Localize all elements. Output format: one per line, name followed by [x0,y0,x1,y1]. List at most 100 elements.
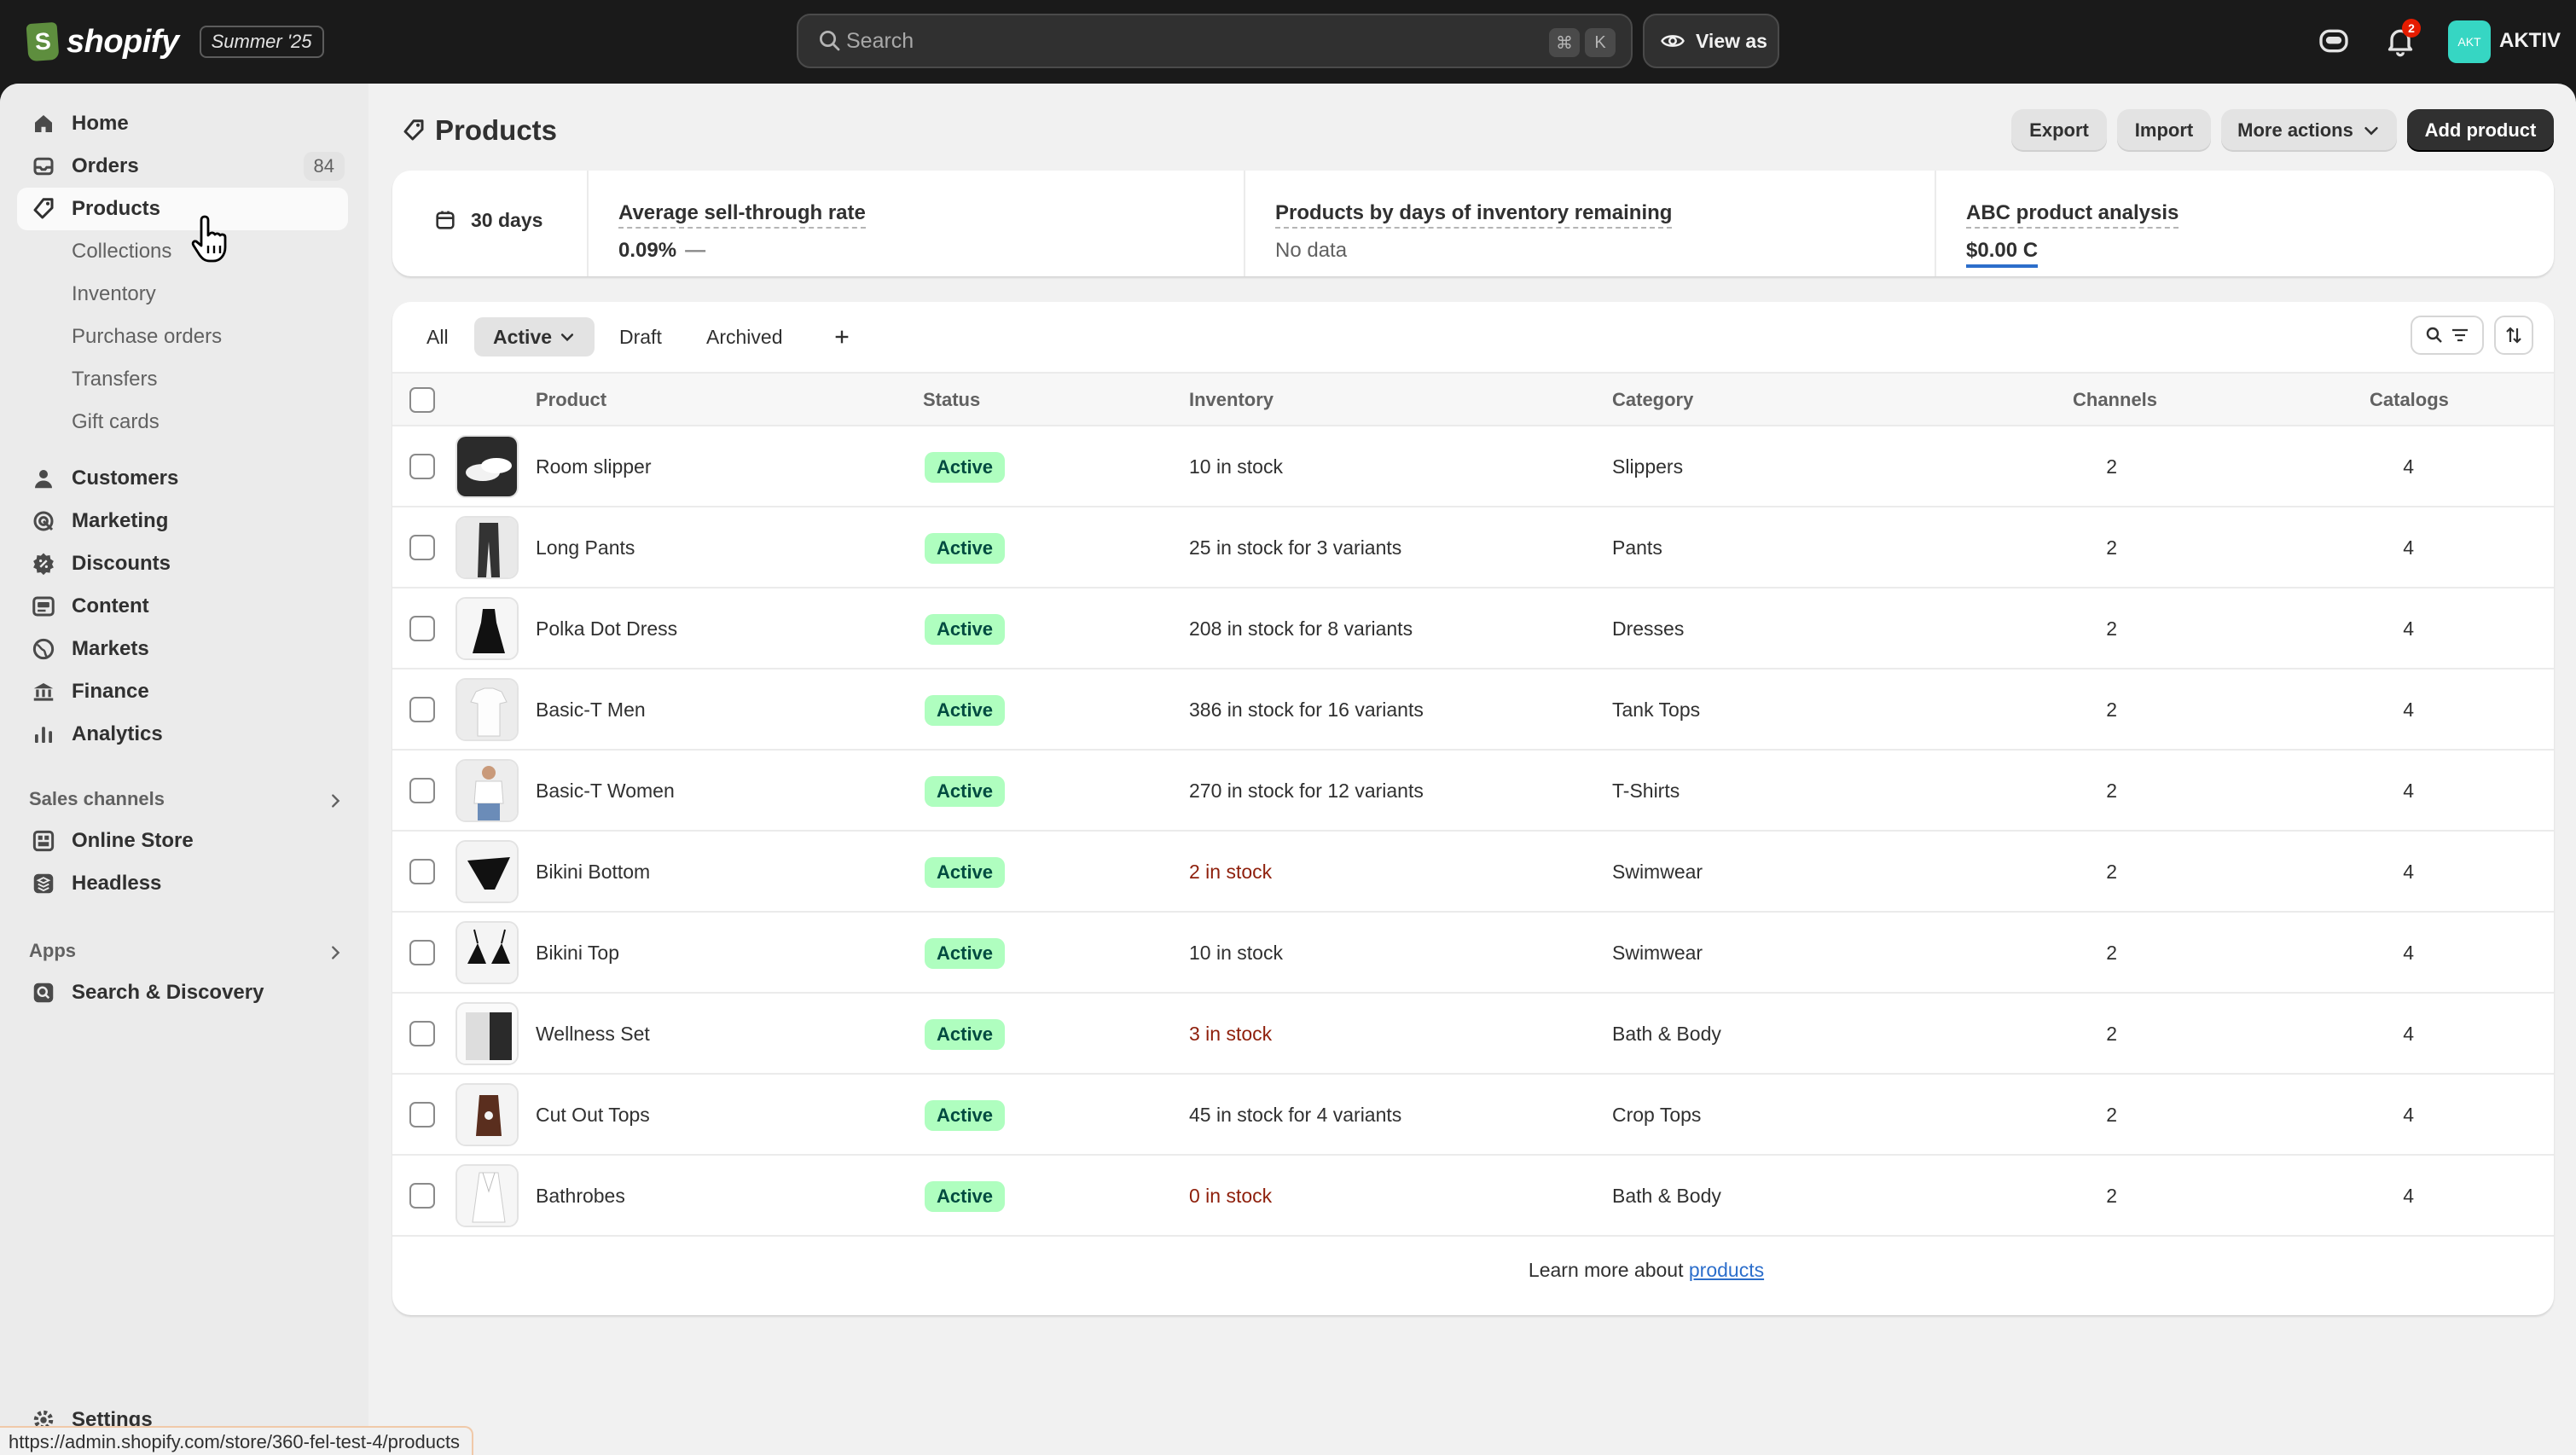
row-checkbox[interactable] [409,1021,435,1046]
product-name[interactable]: Room slipper [536,455,652,478]
sidebar-item-markets[interactable]: Markets [17,628,348,670]
export-button[interactable]: Export [2011,109,2107,152]
sidebar-item-purchase-orders[interactable]: Purchase orders [17,316,348,358]
row-checkbox[interactable] [409,1183,435,1209]
abc-analysis-value[interactable]: $0.00 C [1966,239,2039,268]
search-filter-button[interactable] [2411,316,2484,355]
product-name[interactable]: Bikini Top [536,942,619,965]
view-as-button[interactable]: View as [1643,14,1779,68]
sidebar-item-collections[interactable]: Collections [17,230,348,273]
table-row[interactable]: Basic-T Men Active 386 in stock for 16 v… [392,670,2554,751]
search-bar[interactable]: Search ⌘ K [797,14,1633,68]
content-icon [32,596,55,617]
column-header-inventory[interactable]: Inventory [1189,389,1273,411]
product-thumbnail[interactable] [455,759,519,822]
product-name[interactable]: Basic-T Women [536,780,675,803]
sidebar-item-search-discovery[interactable]: Search & Discovery [17,971,348,1014]
table-row[interactable]: Cut Out Tops Active 45 in stock for 4 va… [392,1075,2554,1156]
tab-active[interactable]: Active [474,317,595,357]
select-all-checkbox[interactable] [409,387,435,413]
table-row[interactable]: Wellness Set Active 3 in stock Bath & Bo… [392,994,2554,1075]
product-name[interactable]: Polka Dot Dress [536,617,677,641]
row-checkbox[interactable] [409,859,435,884]
calendar-icon [436,211,455,229]
add-view-button[interactable] [814,317,870,357]
product-thumbnail[interactable] [455,1083,519,1146]
column-header-catalogs[interactable]: Catalogs [2370,389,2449,411]
product-name[interactable]: Bathrobes [536,1185,625,1208]
row-checkbox[interactable] [409,940,435,965]
row-checkbox[interactable] [409,616,435,641]
abc-analysis-title[interactable]: ABC product analysis [1966,201,2179,229]
product-name[interactable]: Basic-T Men [536,699,646,722]
add-product-button[interactable]: Add product [2407,109,2554,152]
avatar[interactable]: AKT [2448,20,2491,63]
import-button[interactable]: Import [2117,109,2211,152]
tab-archived[interactable]: Archived [688,317,801,357]
sidebar-item-customers[interactable]: Customers [17,457,348,500]
sort-button[interactable] [2494,316,2533,355]
row-checkbox[interactable] [409,697,435,722]
table-row[interactable]: Bikini Top Active 10 in stock Swimwear 2… [392,913,2554,994]
tab-all[interactable]: All [408,317,467,357]
sidebar-item-products[interactable]: Products [17,188,348,230]
table-row[interactable]: Room slipper Active 10 in stock Slippers… [392,426,2554,507]
sidekick-icon[interactable] [2317,24,2351,58]
sidebar-item-finance[interactable]: Finance [17,670,348,713]
table-row[interactable]: Polka Dot Dress Active 208 in stock for … [392,588,2554,670]
top-bar: shopify Summer '25 Search ⌘ K View as 2 … [0,0,2576,84]
shortcut-k-key: K [1585,28,1616,57]
product-thumbnail[interactable] [455,1002,519,1065]
tab-draft[interactable]: Draft [600,317,681,357]
sidebar-item-transfers[interactable]: Transfers [17,358,348,401]
tshirt-men-image [457,680,517,739]
hand-pointer-cursor-icon [191,215,227,263]
product-name[interactable]: Cut Out Tops [536,1104,650,1127]
product-thumbnail[interactable] [455,840,519,903]
chevron-right-icon[interactable] [326,943,345,962]
table-row[interactable]: Bathrobes Active 0 in stock Bath & Body … [392,1156,2554,1237]
column-header-channels[interactable]: Channels [2073,389,2157,411]
sidebar-item-discounts[interactable]: Discounts [17,542,348,585]
edition-badge[interactable]: Summer '25 [199,26,324,58]
store-name[interactable]: AKTIV [2499,29,2561,53]
row-checkbox[interactable] [409,535,435,560]
days-inventory-title[interactable]: Products by days of inventory remaining [1275,201,1673,229]
category-cell: Dresses [1612,617,1685,640]
product-thumbnail[interactable] [455,435,519,498]
sidebar-item-gift-cards[interactable]: Gift cards [17,401,348,443]
product-thumbnail[interactable] [455,921,519,984]
sidebar-item-content[interactable]: Content [17,585,348,628]
column-header-category[interactable]: Category [1612,389,1693,411]
sidebar-item-online-store[interactable]: Online Store [17,820,348,862]
chevron-right-icon[interactable] [326,791,345,810]
sidebar-item-inventory[interactable]: Inventory [17,273,348,316]
product-thumbnail[interactable] [455,678,519,741]
column-header-product[interactable]: Product [536,389,606,411]
sidebar-item-label: Finance [72,680,149,703]
table-row[interactable]: Basic-T Women Active 270 in stock for 12… [392,751,2554,832]
table-row[interactable]: Bikini Bottom Active 2 in stock Swimwear… [392,832,2554,913]
column-header-status[interactable]: Status [923,389,980,411]
product-name[interactable]: Bikini Bottom [536,861,650,884]
sidebar-item-marketing[interactable]: Marketing [17,500,348,542]
more-actions-button[interactable]: More actions [2221,109,2397,152]
table-row[interactable]: Long Pants Active 25 in stock for 3 vari… [392,507,2554,588]
product-thumbnail[interactable] [455,597,519,660]
row-checkbox[interactable] [409,454,435,479]
product-name[interactable]: Wellness Set [536,1023,650,1046]
product-thumbnail[interactable] [455,1164,519,1227]
sidebar-item-home[interactable]: Home [17,102,348,145]
date-range-button[interactable]: 30 days [433,208,542,232]
shopify-logo[interactable]: shopify Summer '25 [26,20,324,63]
sidebar-item-orders[interactable]: Orders 84 [17,145,348,188]
row-checkbox[interactable] [409,1102,435,1127]
sidebar-item-headless[interactable]: Headless [17,862,348,905]
sidebar-item-analytics[interactable]: Analytics [17,713,348,756]
category-cell: Slippers [1612,455,1684,478]
product-name[interactable]: Long Pants [536,536,635,559]
sell-through-title[interactable]: Average sell-through rate [618,201,866,229]
product-thumbnail[interactable] [455,516,519,579]
products-help-link[interactable]: products [1689,1259,1764,1281]
row-checkbox[interactable] [409,778,435,803]
